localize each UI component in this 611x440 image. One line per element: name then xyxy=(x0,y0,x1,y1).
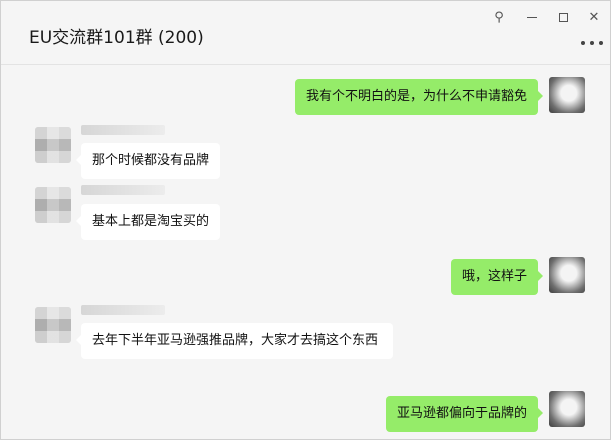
sender-name-blurred xyxy=(81,125,165,135)
pin-icon[interactable]: ⚲ xyxy=(488,7,510,27)
maximize-icon[interactable] xyxy=(552,7,574,27)
more-dot xyxy=(590,41,594,45)
message-bubble-outgoing[interactable]: 亚马逊都偏向于品牌的 xyxy=(385,396,544,432)
maximize-box xyxy=(558,12,568,22)
avatar[interactable] xyxy=(35,127,71,163)
avatar[interactable] xyxy=(549,257,585,293)
pin-glyph: ⚲ xyxy=(494,9,504,25)
more-dot xyxy=(599,41,603,45)
message-bubble-outgoing[interactable]: 哦，这样子 xyxy=(450,259,544,295)
chat-header: EU交流群101群 (200) ⚲ ✕ xyxy=(1,1,610,65)
message-bubble-incoming[interactable]: 那个时候都没有品牌 xyxy=(75,143,221,179)
chat-window: EU交流群101群 (200) ⚲ ✕ 我有个不明白的是，为什么不申请豁免 那个… xyxy=(0,0,611,440)
avatar[interactable] xyxy=(549,77,585,113)
avatar[interactable] xyxy=(549,391,585,427)
avatar[interactable] xyxy=(35,187,71,223)
chat-title: EU交流群101群 (200) xyxy=(29,28,204,48)
avatar[interactable] xyxy=(35,307,71,343)
more-dot xyxy=(581,41,585,45)
minimize-icon[interactable] xyxy=(521,7,543,27)
close-icon[interactable]: ✕ xyxy=(583,7,605,27)
message-bubble-incoming[interactable]: 去年下半年亚马逊强推品牌，大家才去搞这个东西 xyxy=(76,323,393,359)
message-bubble-incoming[interactable]: 基本上都是淘宝买的 xyxy=(75,204,221,240)
more-icon[interactable] xyxy=(581,35,603,51)
message-bubble-outgoing[interactable]: 我有个不明白的是，为什么不申请豁免 xyxy=(294,79,544,115)
minimize-bar xyxy=(527,16,537,18)
close-glyph: ✕ xyxy=(588,9,600,25)
sender-name-blurred xyxy=(81,185,165,195)
sender-name-blurred xyxy=(81,305,165,315)
